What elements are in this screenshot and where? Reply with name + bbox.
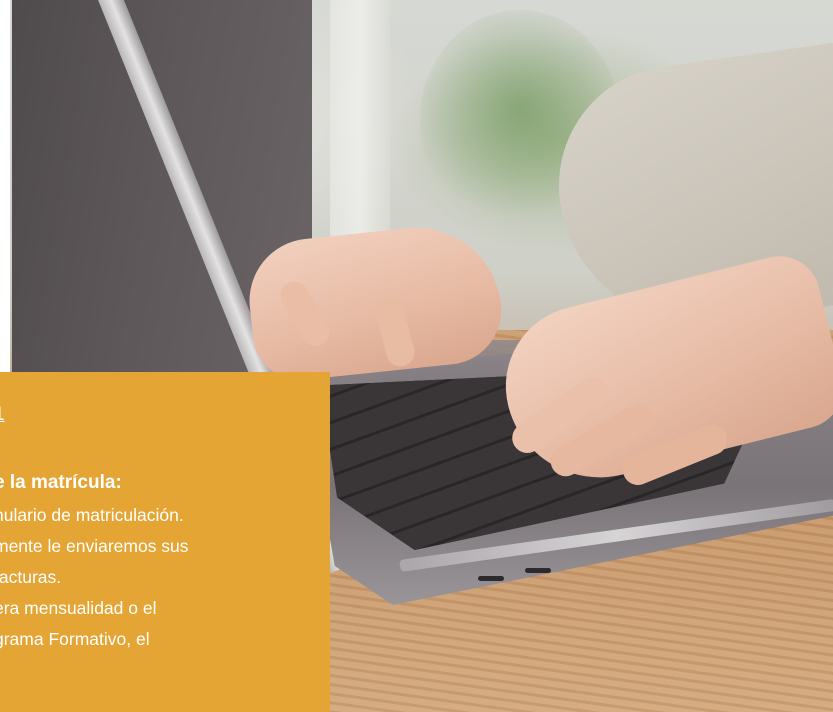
info-panel: 1 e la matrícula: nulario de matriculaci… [0, 372, 330, 712]
panel-link[interactable]: 1 [0, 402, 330, 428]
info-panel-content: 1 e la matrícula: nulario de matriculaci… [0, 402, 330, 655]
panel-text-line: era mensualidad o el [0, 598, 157, 618]
panel-text-line: nulario de matriculación. [0, 505, 184, 525]
usb-port [478, 576, 504, 581]
panel-heading: e la matrícula: [0, 472, 122, 493]
panel-text-line: facturas. [0, 567, 62, 587]
panel-text-line: grama Formativo, el [0, 629, 150, 649]
panel-text-line: mente le enviaremos sus [0, 536, 189, 556]
page-root: 1 e la matrícula: nulario de matriculaci… [0, 0, 833, 712]
photo-left-edge [0, 0, 10, 372]
usb-port [525, 568, 551, 573]
